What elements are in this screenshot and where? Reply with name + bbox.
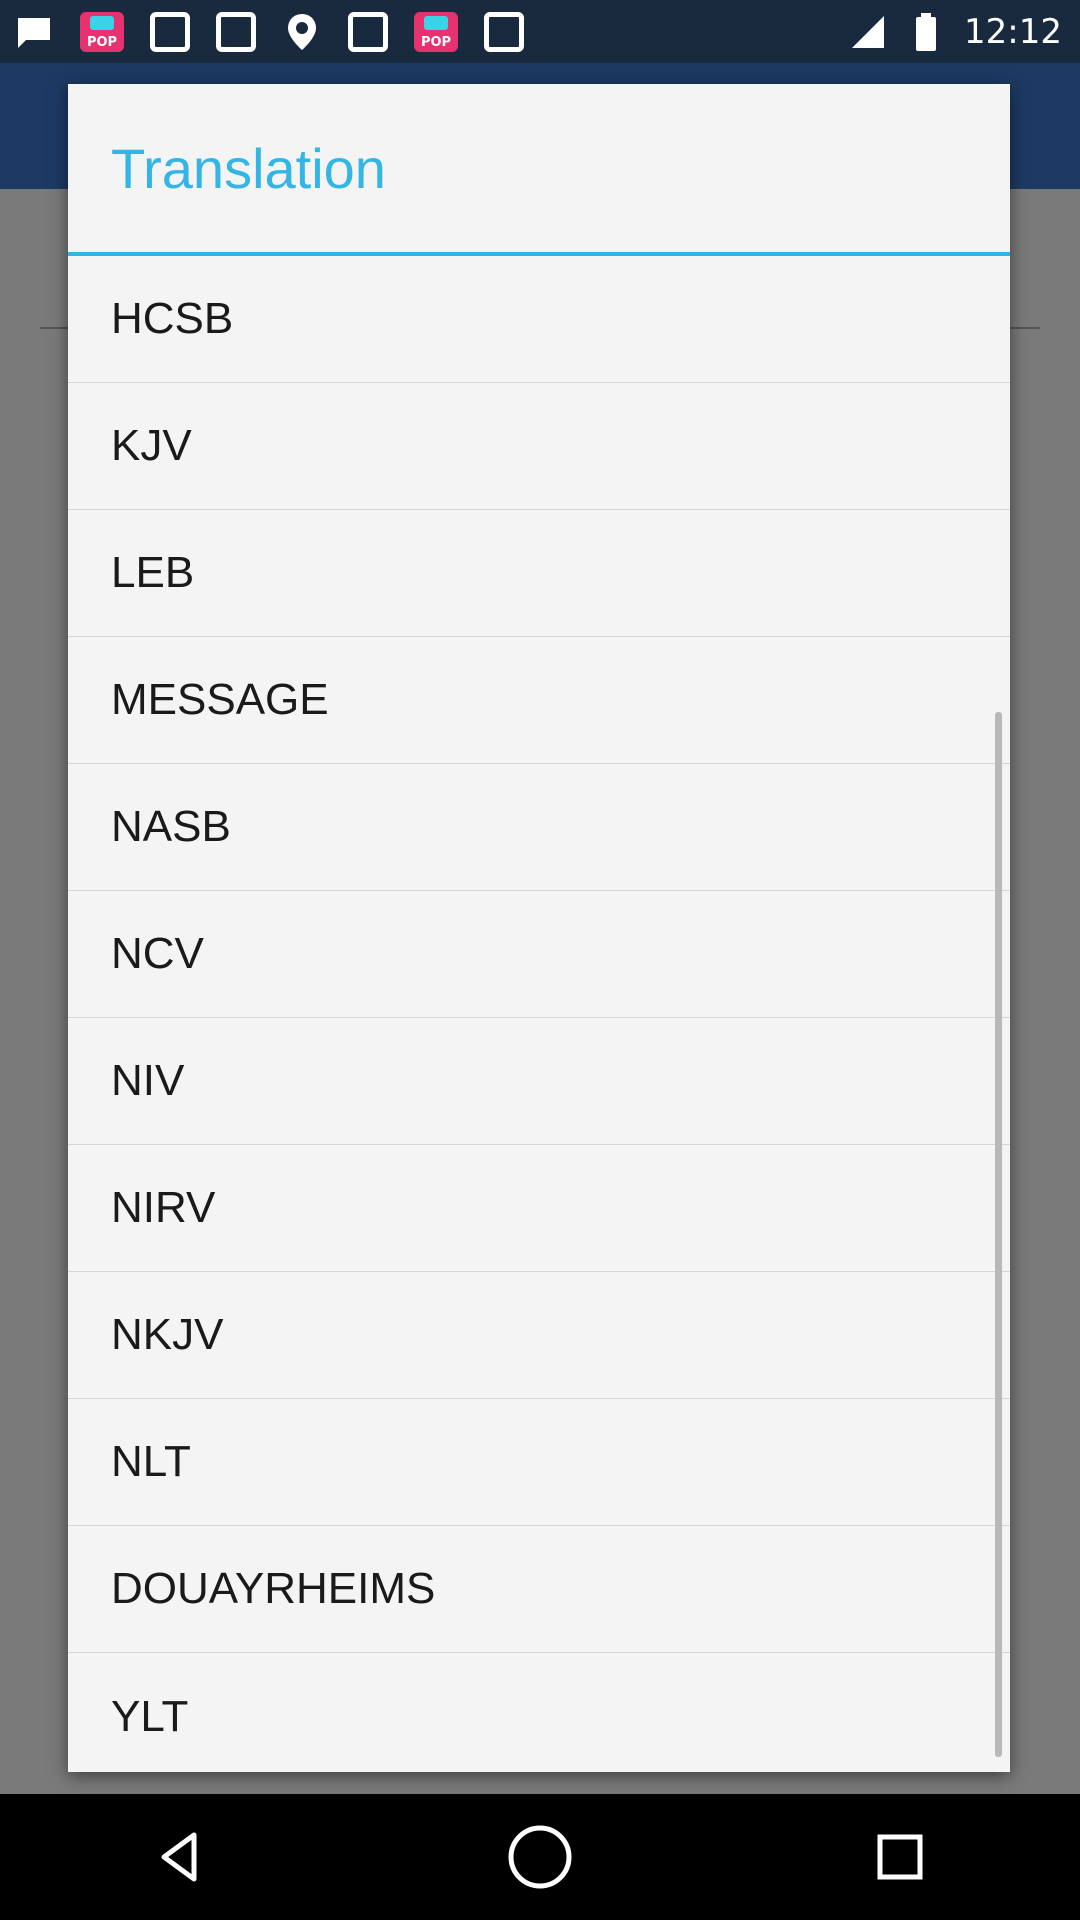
location-icon xyxy=(282,12,322,52)
signal-icon xyxy=(848,12,888,52)
translation-option[interactable]: NKJV xyxy=(68,1272,1010,1399)
translation-option[interactable]: YLT xyxy=(68,1653,1010,1772)
translation-option[interactable]: DOUAYRHEIMS xyxy=(68,1526,1010,1653)
translation-list[interactable]: HCSB KJV LEB MESSAGE NASB NCV NIV NIRV N… xyxy=(68,256,1010,1772)
translation-option[interactable]: HCSB xyxy=(68,256,1010,383)
pop-app-icon xyxy=(414,11,458,52)
square-icon xyxy=(348,11,388,52)
translation-option[interactable]: NASB xyxy=(68,764,1010,891)
square-icon xyxy=(484,11,524,52)
translation-option[interactable]: MESSAGE xyxy=(68,637,1010,764)
notification-icons xyxy=(0,11,524,52)
translation-option[interactable]: NLT xyxy=(68,1399,1010,1526)
dialog-title: Translation xyxy=(111,136,386,200)
translation-option[interactable]: NIRV xyxy=(68,1145,1010,1272)
home-icon[interactable] xyxy=(495,1812,585,1902)
navigation-bar xyxy=(0,1794,1080,1920)
recents-icon[interactable] xyxy=(855,1812,945,1902)
square-icon xyxy=(150,11,190,52)
status-bar: 12:12 xyxy=(0,0,1080,63)
message-icon xyxy=(14,12,54,52)
translation-option[interactable]: NCV xyxy=(68,891,1010,1018)
translation-option[interactable]: NIV xyxy=(68,1018,1010,1145)
translation-option[interactable]: LEB xyxy=(68,510,1010,637)
translation-dialog: Translation HCSB KJV LEB MESSAGE NASB NC… xyxy=(68,84,1010,1772)
translation-option[interactable]: KJV xyxy=(68,383,1010,510)
status-time: 12:12 xyxy=(964,11,1062,52)
square-icon xyxy=(216,11,256,52)
battery-icon xyxy=(906,12,946,52)
back-icon[interactable] xyxy=(135,1812,225,1902)
list-scrollbar[interactable] xyxy=(995,712,1002,1757)
pop-app-icon xyxy=(80,11,124,52)
